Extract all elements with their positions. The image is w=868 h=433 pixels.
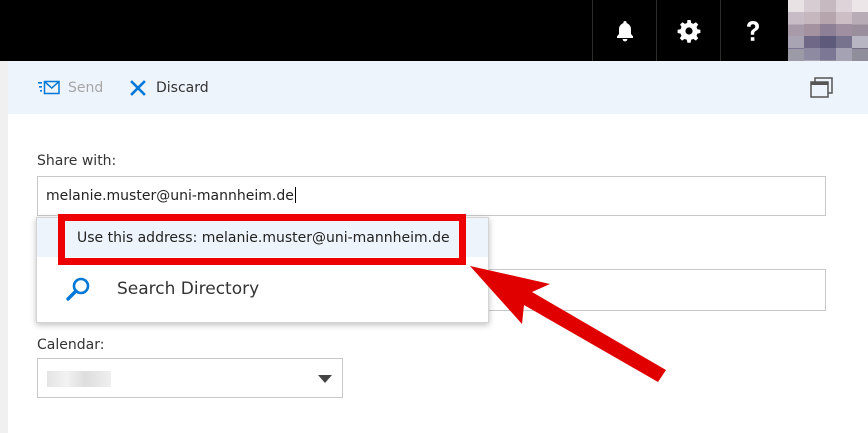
help-button[interactable] <box>721 0 785 61</box>
send-mail-icon <box>38 80 60 94</box>
search-icon <box>66 277 90 301</box>
notifications-button[interactable] <box>593 0 657 61</box>
chevron-down-icon <box>318 375 332 383</box>
use-this-address-text: Use this address: melanie.muster@uni-man… <box>77 230 450 246</box>
send-label: Send <box>68 79 104 96</box>
discard-button[interactable]: Discard <box>130 61 209 114</box>
search-directory-text: Search Directory <box>117 279 260 299</box>
search-directory-option[interactable]: Search Directory <box>37 258 488 322</box>
share-with-input[interactable]: melanie.muster@uni-mannheim.de <box>37 176 826 216</box>
bell-icon <box>617 20 633 41</box>
left-edge <box>0 61 8 433</box>
settings-button[interactable] <box>657 0 721 61</box>
use-this-address-option[interactable]: Use this address: melanie.muster@uni-man… <box>37 218 488 257</box>
send-button[interactable]: Send <box>38 61 103 114</box>
share-with-value: melanie.muster@uni-mannheim.de <box>46 188 294 204</box>
calendar-label: Calendar: <box>37 337 105 353</box>
calendar-select[interactable] <box>37 358 343 398</box>
help-icon <box>747 20 759 41</box>
close-icon <box>130 79 146 96</box>
top-bar <box>0 0 868 61</box>
gear-icon <box>677 19 701 43</box>
text-caret <box>294 187 296 203</box>
share-with-label: Share with: <box>37 153 117 169</box>
popout-window-icon[interactable] <box>810 77 834 99</box>
annotation-arrow <box>470 266 666 382</box>
discard-label: Discard <box>156 79 209 96</box>
avatar[interactable] <box>788 0 868 61</box>
suggestion-dropdown: Use this address: melanie.muster@uni-man… <box>36 217 489 323</box>
calendar-value-redacted <box>47 371 111 387</box>
compose-toolbar: Send Discard <box>8 61 868 114</box>
